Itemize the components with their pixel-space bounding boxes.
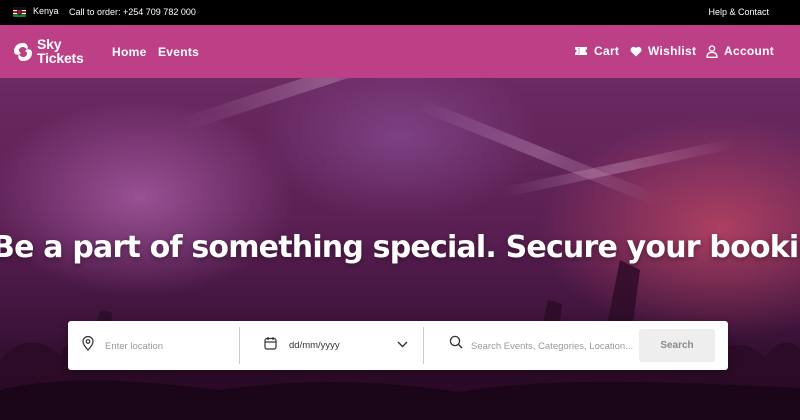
logo[interactable]: Sky Tickets <box>12 37 92 67</box>
order-phone: Call to order: +254 709 782 000 <box>69 7 196 17</box>
nav-wishlist[interactable]: Wishlist <box>630 44 696 58</box>
help-contact-link[interactable]: Help & Contact <box>708 7 769 17</box>
logo-line-2: Tickets <box>37 50 84 66</box>
search-button[interactable]: Search <box>639 329 715 362</box>
location-pin-icon <box>82 336 94 351</box>
nav-wishlist-label: Wishlist <box>648 44 697 58</box>
user-icon <box>706 44 718 58</box>
calendar-icon <box>264 337 277 350</box>
search-divider <box>423 327 424 364</box>
country-selector[interactable]: Kenya <box>33 6 59 16</box>
search-divider <box>239 327 240 364</box>
nav-account[interactable]: Account <box>706 44 774 58</box>
logo-text: Sky Tickets <box>37 37 84 65</box>
nav-account-label: Account <box>724 44 775 58</box>
main-navbar: Sky Tickets Home Events Cart Wishlist Ac… <box>0 25 800 78</box>
ticket-icon <box>575 47 587 55</box>
logo-swirl-icon <box>14 43 32 61</box>
heart-icon <box>630 46 642 56</box>
search-bar: dd/mm/yyyy Search <box>68 321 728 370</box>
nav-cart[interactable]: Cart <box>574 44 619 58</box>
search-icon <box>449 335 463 349</box>
location-input[interactable] <box>103 331 237 361</box>
kenya-flag-icon <box>13 7 26 17</box>
logo-line-1: Sky <box>37 36 62 52</box>
nav-cart-label: Cart <box>594 44 620 58</box>
nav-events[interactable]: Events <box>158 45 199 59</box>
date-input[interactable]: dd/mm/yyyy <box>289 340 340 351</box>
nav-home[interactable]: Home <box>112 45 147 59</box>
top-utility-bar: Kenya Call to order: +254 709 782 000 He… <box>0 0 800 25</box>
hero-headline: Be a part of something special. Secure y… <box>0 230 800 265</box>
chevron-down-icon[interactable] <box>397 341 408 348</box>
stage-light-beam <box>415 98 662 207</box>
event-search-input[interactable] <box>469 331 638 361</box>
